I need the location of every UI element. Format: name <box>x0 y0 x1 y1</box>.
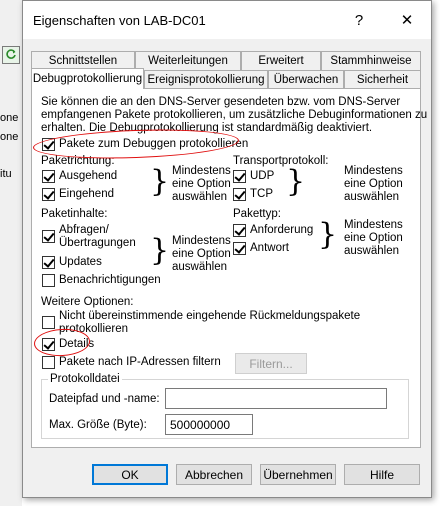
updates-checkbox[interactable] <box>42 256 55 269</box>
queries-label: Abfragen/Übertragungen <box>59 224 136 249</box>
help-title-button[interactable]: ? <box>339 5 379 35</box>
details-checkbox[interactable] <box>42 338 55 351</box>
tab-erweitert[interactable]: Erweitert <box>241 51 321 70</box>
path-input[interactable] <box>165 388 387 409</box>
incoming-checkbox[interactable] <box>42 188 55 201</box>
background-text: itu <box>0 168 12 180</box>
packet-type-hint: Mindestens eine Option auswählen <box>344 219 403 257</box>
close-button[interactable]: ✕ <box>387 5 427 35</box>
tab-debugprotokollierung[interactable]: Debugprotokollierung <box>31 68 144 89</box>
more-options-label: Weitere Optionen: <box>41 296 134 308</box>
notifications-label: Benachrichtigungen <box>59 274 161 286</box>
log-packets-checkbox[interactable] <box>42 138 55 151</box>
direction-hint: Mindestens eine Option auswählen <box>172 165 231 203</box>
dialog-title: Eigenschaften von LAB-DC01 <box>33 13 206 28</box>
help-button[interactable]: Hilfe <box>344 464 420 485</box>
ok-button[interactable]: OK <box>92 464 168 485</box>
udp-checkbox[interactable] <box>233 170 246 183</box>
tcp-checkbox[interactable] <box>233 188 246 201</box>
direction-label: Paketrichtung: <box>41 155 115 167</box>
udp-label: UDP <box>250 170 275 182</box>
transport-hint: Mindestens eine Option auswählen <box>344 165 403 203</box>
response-label: Antwort <box>250 242 289 254</box>
title-bar: Eigenschaften von LAB-DC01 ? ✕ <box>23 1 431 39</box>
tab-ueberwachen[interactable]: Überwachen <box>268 70 344 89</box>
unmatched-checkbox[interactable] <box>42 316 55 329</box>
outgoing-label: Ausgehend <box>59 170 118 182</box>
packet-type-label: Pakettyp: <box>233 208 281 220</box>
size-label: Max. Größe (Byte): <box>49 419 147 431</box>
size-input[interactable] <box>165 414 253 435</box>
refresh-icon[interactable] <box>2 46 20 64</box>
brace-icon: } <box>150 233 170 268</box>
tab-sicherheit[interactable]: Sicherheit <box>344 70 421 89</box>
details-label: Details <box>59 338 95 350</box>
debug-logging-panel: Sie können die an den DNS-Server gesende… <box>31 88 427 448</box>
background-text: one <box>0 112 19 124</box>
path-label: Dateipfad und -name: <box>49 393 160 405</box>
background-window: one one itu <box>0 0 22 506</box>
response-checkbox[interactable] <box>233 242 246 255</box>
tab-stammhinweise[interactable]: Stammhinweise <box>321 51 421 70</box>
brace-icon: } <box>286 164 306 199</box>
filter-button[interactable]: Filtern... <box>235 353 307 374</box>
tab-ereignisprotokollierung[interactable]: Ereignisprotokollierung <box>144 70 268 89</box>
request-checkbox[interactable] <box>233 224 246 237</box>
tab-weiterleitungen[interactable]: Weiterleitungen <box>135 51 241 70</box>
brace-icon: } <box>318 217 338 252</box>
description-text: erhalten. Die Debugprotokollierung ist s… <box>41 122 373 134</box>
contents-label: Paketinhalte: <box>41 208 108 220</box>
cancel-button[interactable]: Abbrechen <box>176 464 252 485</box>
transport-label: Transportprotokoll: <box>233 155 329 167</box>
brace-icon: } <box>150 164 170 199</box>
tcp-label: TCP <box>250 188 273 200</box>
filter-ip-label: Pakete nach IP-Adressen filtern <box>59 356 221 368</box>
log-packets-label: Pakete zum Debuggen protokollieren <box>59 138 249 150</box>
properties-dialog: Eigenschaften von LAB-DC01 ? ✕ Schnittst… <box>22 0 432 498</box>
logfile-legend: Protokolldatei <box>48 373 122 385</box>
background-text: one <box>0 131 19 143</box>
queries-checkbox[interactable] <box>42 230 55 243</box>
filter-ip-checkbox[interactable] <box>42 356 55 369</box>
outgoing-checkbox[interactable] <box>42 170 55 183</box>
apply-button[interactable]: Übernehmen <box>260 464 336 485</box>
incoming-label: Eingehend <box>59 188 114 200</box>
description-text: Sie können die an den DNS-Server gesende… <box>41 96 401 108</box>
description-text: empfangenen Pakete protokollieren, um zu… <box>41 109 428 121</box>
request-label: Anforderung <box>250 224 314 236</box>
unmatched-label: Nicht übereinstimmende eingehende Rückme… <box>59 310 361 335</box>
updates-label: Updates <box>59 256 102 268</box>
contents-hint: Mindestens eine Option auswählen <box>172 235 231 273</box>
notifications-checkbox[interactable] <box>42 274 55 287</box>
